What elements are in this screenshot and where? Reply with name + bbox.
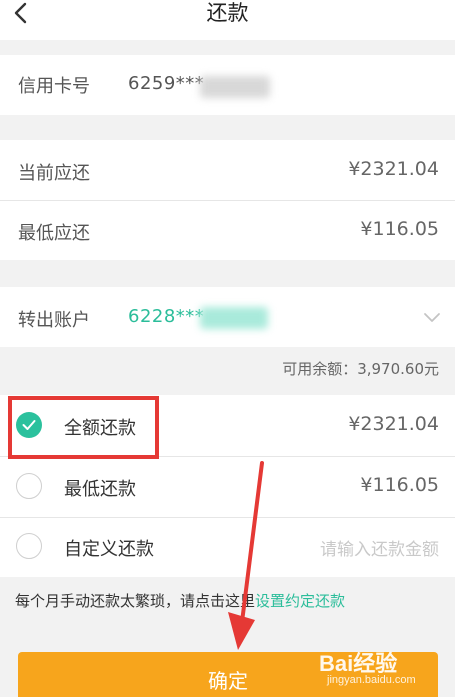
divider	[0, 200, 455, 201]
radio-icon[interactable]	[16, 533, 42, 559]
radio-icon[interactable]	[16, 473, 42, 499]
custom-amount-input[interactable]: 请输入还款金额	[320, 535, 439, 560]
option-amount: ¥116.05	[360, 474, 439, 496]
option-custom-repayment[interactable]: 自定义还款 请输入还款金额	[0, 518, 455, 577]
available-balance: 可用余额：3,970.60元	[282, 360, 439, 378]
header-bar: 还款	[0, 0, 455, 40]
option-minimum-repayment[interactable]: 最低还款 ¥116.05	[0, 457, 455, 517]
option-label: 自定义还款	[64, 539, 154, 560]
due-section: 当前应还 ¥2321.04 最低应还 ¥116.05	[0, 140, 455, 260]
hint-text: 每个月手动还款太繁琐，请点击这里	[15, 592, 256, 610]
masked-account-digits	[200, 307, 268, 329]
option-label: 最低还款	[64, 479, 136, 500]
set-auto-repay-link[interactable]: 设置约定还款	[255, 592, 345, 610]
card-number-label: 信用卡号	[18, 76, 90, 97]
minimum-due-label: 最低应还	[18, 223, 90, 244]
auto-repay-hint: 每个月手动还款太繁琐，请点击这里设置约定还款	[15, 590, 345, 611]
card-number-value: 6259***	[128, 73, 205, 94]
chevron-down-icon[interactable]	[423, 312, 441, 324]
minimum-due-amount: ¥116.05	[360, 218, 439, 240]
current-due-label: 当前应还	[18, 163, 90, 184]
page-title: 还款	[206, 1, 249, 25]
watermark-site: jingyan.baidu.com	[327, 674, 416, 686]
current-due-amount: ¥2321.04	[348, 158, 439, 180]
transfer-account-row[interactable]: 转出账户 6228***	[0, 287, 455, 347]
option-amount: ¥2321.04	[348, 413, 439, 435]
baidu-watermark: Bai经验 jingyan.baidu.com	[319, 644, 449, 694]
masked-card-digits	[200, 76, 270, 98]
annotation-highlight-box	[8, 396, 159, 459]
transfer-account-value: 6228***	[128, 306, 205, 327]
card-number-row: 信用卡号 6259***	[0, 55, 455, 115]
transfer-account-label: 转出账户	[18, 310, 90, 331]
